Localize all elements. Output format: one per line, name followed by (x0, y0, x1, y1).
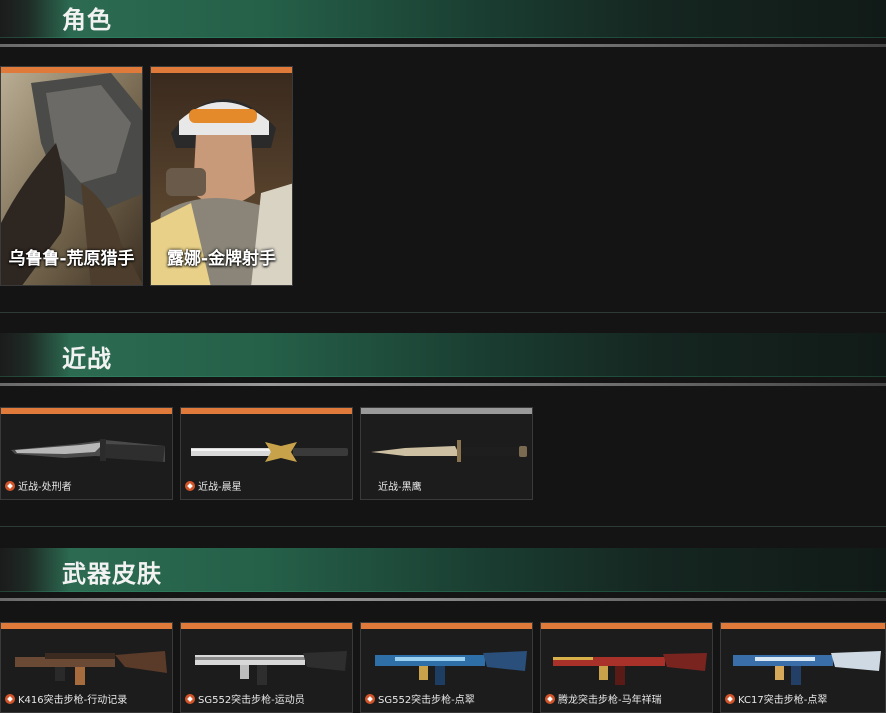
rarity-icon (5, 480, 15, 491)
weapon-image (11, 439, 165, 462)
weapon-image (371, 440, 527, 462)
item-label: 腾龙突击步枪-马年祥瑞 (545, 691, 662, 706)
item-name: 腾龙突击步枪-马年祥瑞 (558, 695, 662, 706)
rarity-icon (545, 693, 555, 704)
item-label: SG552突击步枪-运动员 (185, 691, 305, 706)
character-card[interactable]: 露娜-金牌射手 (150, 66, 293, 286)
skin-card[interactable]: K416突击步枪-行动记录 (0, 622, 173, 713)
item-label: 近战-黑鹰 (365, 478, 422, 493)
melee-card[interactable]: 近战-晨星 (180, 407, 353, 500)
item-name: 近战-晨星 (198, 482, 242, 493)
section-title: 武器皮肤 (62, 560, 162, 588)
character-name: 乌鲁鲁-荒原猎手 (8, 249, 135, 269)
section-header-skins: 武器皮肤 (0, 548, 886, 592)
item-name: 近战-黑鹰 (378, 482, 422, 493)
item-name: KC17突击步枪-点翠 (738, 695, 828, 706)
weapon-image (375, 651, 527, 685)
section-divider (0, 383, 886, 386)
section-separator (0, 526, 886, 527)
item-label: SG552突击步枪-点翠 (365, 691, 475, 706)
item-name: 近战-处刑者 (18, 482, 72, 493)
item-label: KC17突击步枪-点翠 (725, 691, 827, 706)
skin-card[interactable]: SG552突击步枪-点翠 (360, 622, 533, 713)
weapon-image (553, 653, 707, 685)
melee-card[interactable]: 近战-处刑者 (0, 407, 173, 500)
weapon-image (191, 442, 348, 462)
section-divider (0, 598, 886, 601)
section-header-characters: 角色 (0, 0, 886, 38)
skin-card[interactable]: 腾龙突击步枪-马年祥瑞 (540, 622, 713, 713)
rarity-icon (365, 693, 375, 704)
skin-card[interactable]: SG552突击步枪-运动员 (180, 622, 353, 713)
rarity-icon (725, 693, 735, 704)
weapon-image (733, 651, 881, 685)
item-label: K416突击步枪-行动记录 (5, 691, 127, 706)
rarity-icon (5, 693, 15, 704)
skin-card[interactable]: KC17突击步枪-点翠 (720, 622, 886, 713)
item-name: K416突击步枪-行动记录 (18, 695, 128, 706)
item-name: SG552突击步枪-运动员 (198, 695, 305, 706)
character-name: 露娜-金牌射手 (166, 249, 277, 269)
rarity-icon (185, 480, 195, 491)
item-name: SG552突击步枪-点翠 (378, 695, 475, 706)
section-title: 近战 (62, 345, 112, 373)
section-divider (0, 44, 886, 47)
weapon-image (15, 651, 167, 685)
character-card[interactable]: 乌鲁鲁-荒原猎手 (0, 66, 143, 286)
section-title: 角色 (62, 6, 112, 34)
rarity-icon (185, 693, 195, 704)
melee-card[interactable]: 近战-黑鹰 (360, 407, 533, 500)
section-separator (0, 312, 886, 313)
item-label: 近战-处刑者 (5, 478, 72, 493)
weapon-image (195, 651, 347, 685)
section-header-melee: 近战 (0, 333, 886, 377)
item-label: 近战-晨星 (185, 478, 242, 493)
